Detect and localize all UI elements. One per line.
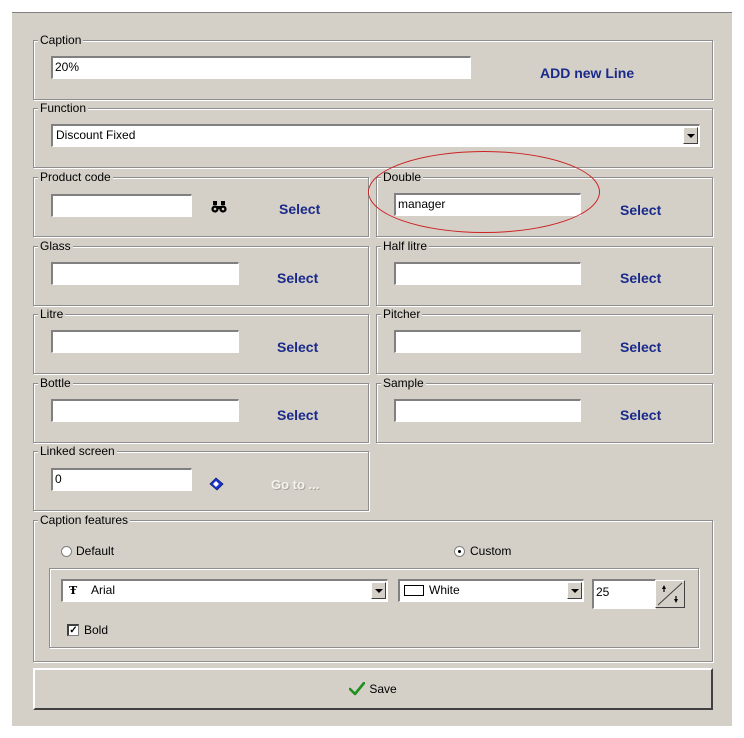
caption-features-legend: Caption features (38, 513, 131, 527)
product-code-legend: Product code (38, 170, 113, 184)
function-selected-value: Discount Fixed (56, 128, 136, 142)
color-swatch (404, 585, 424, 596)
sample-legend: Sample (381, 376, 426, 390)
pitcher-legend: Pitcher (381, 307, 423, 321)
double-input[interactable]: manager (394, 193, 581, 216)
half-litre-select-link[interactable]: Select (620, 270, 661, 286)
save-button-label: Save (369, 682, 397, 696)
custom-radio[interactable] (454, 546, 465, 557)
product-code-input[interactable] (51, 194, 192, 217)
eraser-icon[interactable] (209, 477, 225, 491)
default-radio-label[interactable]: Default (76, 544, 114, 558)
bold-checkbox[interactable]: ✓ (67, 624, 79, 636)
double-select-link[interactable]: Select (620, 202, 661, 218)
size-spinner[interactable] (655, 580, 685, 608)
font-select[interactable]: Ŧ Arial (61, 579, 388, 602)
bottle-input[interactable] (51, 399, 239, 422)
bottle-legend: Bottle (38, 376, 73, 390)
function-legend: Function (38, 101, 89, 115)
half-litre-input[interactable] (394, 262, 581, 285)
sample-select-link[interactable]: Select (620, 407, 661, 423)
binoculars-icon[interactable] (210, 201, 230, 213)
save-button-content: Save (35, 681, 711, 699)
go-to-link: Go to ... (271, 477, 320, 492)
dialog-panel: Caption 20% ADD new Line Function Discou… (12, 12, 732, 726)
double-legend: Double (381, 170, 424, 184)
pitcher-select-link[interactable]: Select (620, 339, 661, 355)
bottle-select-link[interactable]: Select (277, 407, 318, 423)
litre-legend: Litre (38, 307, 66, 321)
custom-radio-label[interactable]: Custom (470, 544, 511, 558)
glass-select-link[interactable]: Select (277, 270, 318, 286)
color-select[interactable]: White (398, 579, 584, 602)
caption-legend: Caption (38, 33, 84, 47)
font-size-input[interactable]: 25 (592, 579, 656, 609)
truetype-font-icon: Ŧ (69, 584, 78, 597)
product-code-select-link[interactable]: Select (279, 201, 320, 217)
litre-input[interactable] (51, 330, 239, 353)
bold-checkbox-label[interactable]: Bold (84, 623, 108, 637)
chevron-down-icon[interactable] (683, 127, 698, 144)
default-radio[interactable] (61, 546, 72, 557)
glass-legend: Glass (38, 239, 73, 253)
save-button[interactable]: Save (33, 668, 713, 710)
linked-screen-input[interactable]: 0 (51, 468, 192, 491)
font-selected-value: Arial (91, 583, 116, 597)
add-new-line-link[interactable]: ADD new Line (540, 65, 634, 81)
color-selected-value: White (429, 583, 460, 597)
glass-input[interactable] (51, 262, 239, 285)
linked-screen-legend: Linked screen (38, 444, 117, 458)
caption-input[interactable]: 20% (51, 56, 471, 79)
chevron-down-icon[interactable] (371, 582, 386, 599)
sample-input[interactable] (394, 399, 581, 422)
function-select[interactable]: Discount Fixed (51, 124, 700, 147)
chevron-down-icon[interactable] (567, 582, 582, 599)
pitcher-input[interactable] (394, 330, 581, 353)
checkmark-icon (349, 681, 366, 699)
half-litre-legend: Half litre (381, 239, 430, 253)
litre-select-link[interactable]: Select (277, 339, 318, 355)
